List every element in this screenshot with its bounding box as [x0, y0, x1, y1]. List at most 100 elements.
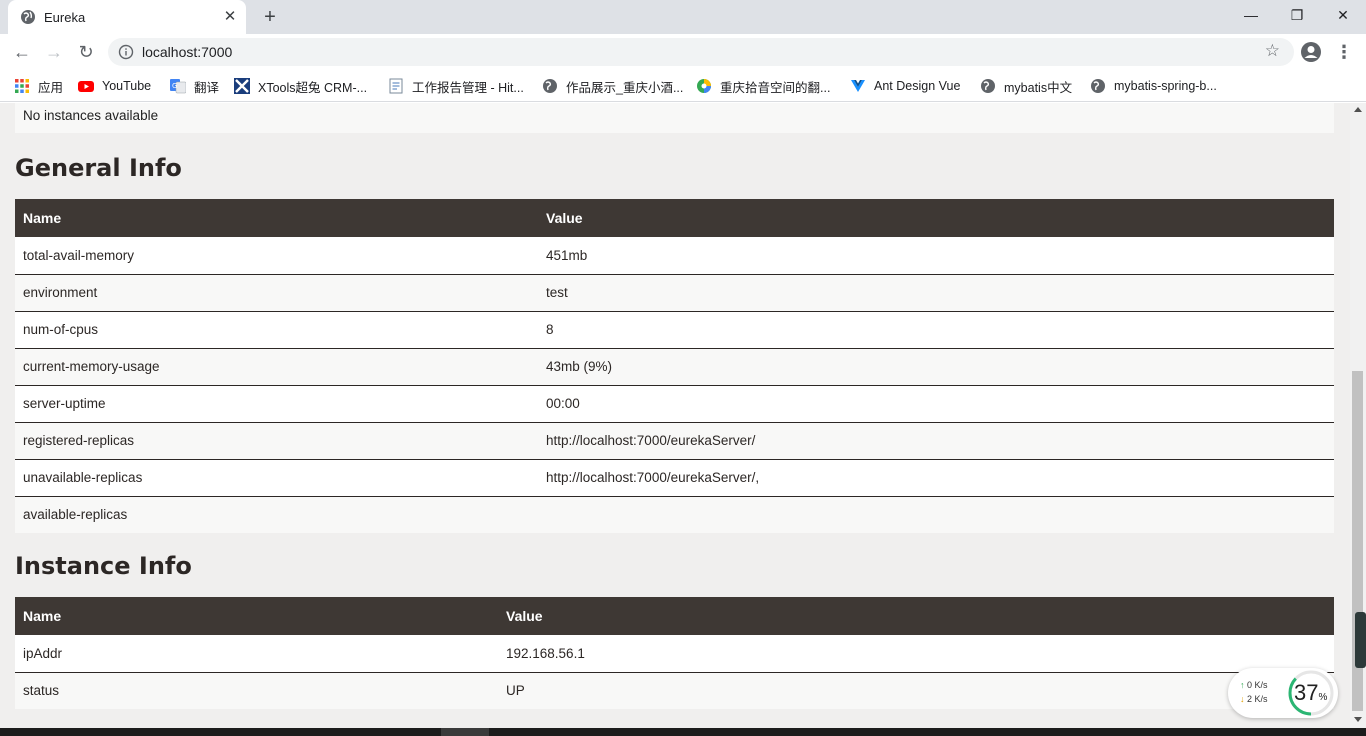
bookmark-works[interactable]: 作品展示_重庆小酒... [542, 76, 683, 96]
back-button[interactable]: ← [10, 40, 34, 64]
row-value: http://localhost:7000/eurekaServer/, [538, 459, 1334, 497]
row-name: status [15, 672, 498, 709]
youtube-icon [78, 81, 94, 92]
bookmark-label: 工作报告管理 - Hit... [412, 80, 524, 95]
row-name: total-avail-memory [15, 237, 538, 275]
table-row: environment test [15, 274, 1334, 312]
tab-title: Eureka [44, 10, 86, 25]
new-tab-button[interactable]: + [258, 6, 282, 28]
row-name: ipAddr [15, 635, 498, 673]
bookmark-label: 应用 [38, 80, 64, 95]
bookmark-label: 翻译 [194, 80, 220, 95]
network-speed-widget[interactable]: ↑ 0 K/s ↓ 2 K/s 37% [1228, 668, 1338, 718]
bookmark-star-icon[interactable]: ☆ [1265, 41, 1280, 61]
instance-info-title: Instance Info [15, 552, 192, 580]
upload-unit: K/s [1254, 680, 1268, 690]
upload-value: 0 [1247, 680, 1253, 690]
bookmark-label: 重庆拾音空间的翻... [720, 80, 831, 95]
row-name: server-uptime [15, 385, 538, 423]
page-content: No instances available General Info Name… [0, 103, 1350, 728]
bookmarks-bar: 应用 YouTube G 翻译 XTools超兔 CRM-... 工作报告管理 … [0, 70, 1366, 102]
bookmark-mybatis-spring[interactable]: mybatis-spring-b... [1090, 76, 1217, 96]
restore-button[interactable]: ❐ [1274, 0, 1320, 30]
forward-button[interactable]: → [42, 40, 66, 64]
general-info-title: General Info [15, 154, 182, 182]
usage-percent-value: 37 [1294, 680, 1319, 705]
table-row: unavailable-replicas http://localhost:70… [15, 459, 1334, 497]
globe-icon [981, 79, 995, 93]
table-row: current-memory-usage 43mb (9%) [15, 348, 1334, 386]
usage-percent-sign: % [1318, 692, 1328, 703]
row-value: 43mb (9%) [538, 348, 1334, 386]
bookmark-chongqing[interactable]: 重庆拾音空间的翻... [696, 76, 830, 96]
taskbar-active-item[interactable] [441, 728, 489, 736]
bookmark-xtools[interactable]: XTools超兔 CRM-... [234, 76, 367, 96]
download-speed: ↓ 2 K/s [1240, 694, 1268, 704]
usage-percent: 37% [1294, 680, 1327, 706]
row-name: environment [15, 274, 538, 312]
taskbar [0, 728, 1366, 736]
column-header-name: Name [15, 199, 538, 237]
table-row: available-replicas [15, 496, 1334, 533]
bookmark-label: Ant Design Vue [874, 79, 961, 93]
scroll-down-arrow-icon[interactable] [1354, 717, 1362, 722]
scroll-up-arrow-icon[interactable] [1354, 107, 1362, 112]
no-instances-row: No instances available [15, 103, 1334, 133]
bookmark-translate[interactable]: G 翻译 [170, 76, 219, 96]
table-header-row: Name Value [15, 199, 1334, 237]
row-name: registered-replicas [15, 422, 538, 460]
upload-arrow-icon: ↑ [1240, 680, 1245, 690]
translate-icon: G [170, 79, 186, 94]
bookmark-work-report[interactable]: 工作报告管理 - Hit... [388, 76, 524, 96]
bookmark-apps[interactable]: 应用 [14, 76, 63, 96]
row-name: num-of-cpus [15, 311, 538, 349]
download-value: 2 [1247, 694, 1253, 704]
row-name: unavailable-replicas [15, 459, 538, 497]
bookmark-youtube[interactable]: YouTube [78, 76, 151, 96]
table-row: registered-replicas http://localhost:700… [15, 422, 1334, 460]
instance-info-table: Name Value ipAddr 192.168.56.1 status UP [15, 597, 1334, 709]
download-unit: K/s [1254, 694, 1268, 704]
bookmark-mybatis-cn[interactable]: mybatis中文 [980, 76, 1072, 96]
general-info-table: Name Value total-avail-memory 451mb envi… [15, 199, 1334, 533]
table-header-row: Name Value [15, 597, 1334, 635]
bookmark-label: 作品展示_重庆小酒... [566, 80, 684, 95]
reload-button[interactable]: ↻ [74, 40, 98, 64]
upload-speed: ↑ 0 K/s [1240, 680, 1268, 690]
no-instances-text: No instances available [23, 108, 159, 123]
svg-text:G: G [172, 82, 177, 90]
tab-strip: Eureka ✕ + — ❐ ✕ [0, 0, 1366, 34]
xtools-icon [234, 78, 250, 94]
document-icon [389, 78, 403, 94]
globe-icon [543, 79, 557, 93]
vue-icon [851, 80, 865, 92]
close-tab-icon[interactable]: ✕ [222, 9, 238, 25]
table-row: server-uptime 00:00 [15, 385, 1334, 423]
close-window-button[interactable]: ✕ [1320, 0, 1366, 30]
row-value: 192.168.56.1 [498, 635, 1334, 673]
globe-icon [1091, 79, 1105, 93]
row-value: 8 [538, 311, 1334, 349]
browser-toolbar: ← → ↻ localhost:7000 ☆ ⋮ [0, 34, 1366, 70]
row-name: current-memory-usage [15, 348, 538, 386]
row-name: available-replicas [15, 496, 538, 533]
address-bar[interactable]: localhost:7000 ☆ [108, 38, 1294, 66]
profile-avatar-icon[interactable] [1300, 41, 1322, 63]
side-widget-handle[interactable] [1355, 612, 1366, 668]
info-icon[interactable] [118, 44, 134, 60]
row-value [538, 496, 1334, 533]
globe-icon [21, 10, 35, 24]
row-value: http://localhost:7000/eurekaServer/ [538, 422, 1334, 460]
bookmark-label: mybatis-spring-b... [1114, 79, 1217, 93]
minimize-button[interactable]: — [1228, 0, 1274, 30]
bookmark-ant-design-vue[interactable]: Ant Design Vue [850, 76, 960, 96]
download-arrow-icon: ↓ [1240, 694, 1245, 704]
bookmark-label: YouTube [102, 79, 152, 93]
tab-eureka[interactable]: Eureka ✕ [8, 0, 246, 34]
url-text: localhost:7000 [142, 44, 233, 60]
table-row: total-avail-memory 451mb [15, 237, 1334, 275]
row-value: test [538, 274, 1334, 312]
column-header-name: Name [15, 597, 498, 635]
browser-menu-icon[interactable]: ⋮ [1334, 39, 1354, 65]
table-row: num-of-cpus 8 [15, 311, 1334, 349]
